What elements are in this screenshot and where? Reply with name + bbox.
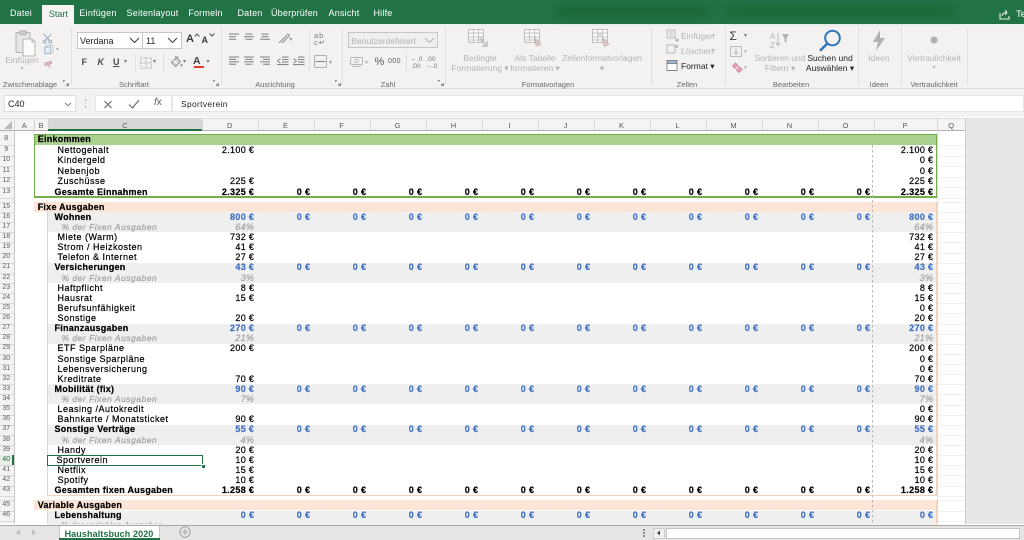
svg-text:≠: ≠ — [479, 34, 484, 43]
svg-text:Z: Z — [770, 41, 775, 49]
svg-text:A: A — [770, 32, 776, 41]
